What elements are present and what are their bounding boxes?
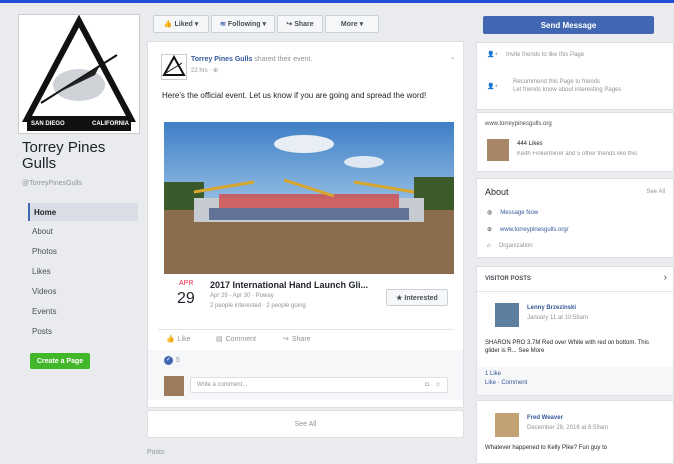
thumbs-up-icon: 👍 xyxy=(163,21,173,28)
website-row[interactable]: ⊕ www.torreypinesgulls.org/ xyxy=(487,226,568,234)
event-dates: Apr 29 - Apr 30 · Poway xyxy=(210,293,274,299)
message-now-row[interactable]: ◍ Message Now xyxy=(487,209,538,217)
nav-likes[interactable]: Likes xyxy=(28,262,138,280)
about-card: About See All ◍ Message Now ⊕ www.torreypi… xyxy=(476,178,674,258)
logo-bottom-right: CALIFORNIA xyxy=(92,121,129,127)
post-avatar[interactable] xyxy=(161,54,187,80)
globe-icon: ⊕ xyxy=(213,68,219,74)
website-url[interactable]: www.torreypinesgulls.org xyxy=(485,121,552,127)
about-title: About xyxy=(485,187,509,197)
likes-count[interactable]: 444 Likes xyxy=(517,141,543,147)
logo-bottom-left: SAN DIEGO xyxy=(31,121,65,127)
share-button[interactable]: ↪ Share xyxy=(277,15,323,33)
comment-icon: ▤ xyxy=(216,336,223,343)
friend-avatar xyxy=(487,139,509,161)
post-text: Here's the official event. Let us know i… xyxy=(162,91,427,100)
vp1-time[interactable]: January 11 at 10:58am xyxy=(527,315,588,321)
posts-heading: Posts xyxy=(147,449,165,456)
interested-button[interactable]: ★ Interested xyxy=(386,289,448,306)
nav-events[interactable]: Events xyxy=(28,302,138,320)
comment-action[interactable]: ▤ Comment xyxy=(216,335,256,344)
profile-picture[interactable]: SAN DIEGO CALIFORNIA xyxy=(18,14,140,134)
vp1-avatar xyxy=(495,303,519,327)
gulls-small-logo-icon xyxy=(162,54,186,76)
more-button[interactable]: More ▾ xyxy=(325,15,379,33)
like-action[interactable]: 👍 Like xyxy=(166,335,191,344)
event-month: APR xyxy=(179,280,194,287)
vp1-likes[interactable]: 1 Like xyxy=(485,371,501,377)
top-accent-line xyxy=(0,0,674,3)
vp1-actions[interactable]: Like · Comment xyxy=(485,380,527,386)
globe-icon: ⊕ xyxy=(487,227,493,233)
post-actions-divider xyxy=(158,329,453,330)
vp1-name[interactable]: Lenny Brzezinski xyxy=(527,305,576,311)
post-menu-icon[interactable]: ⌄ xyxy=(450,54,455,61)
add-friend-icon: 👤+ xyxy=(487,52,498,58)
send-message-button[interactable]: Send Message xyxy=(483,16,654,34)
vp2-text: Whatever happened to Kelly Pike? Fun guy… xyxy=(485,445,608,451)
event-stats: 2 people interested · 2 people going xyxy=(210,303,306,309)
organization-row: ⌂ Organization xyxy=(487,243,533,249)
nav-about[interactable]: About xyxy=(28,222,138,240)
share-icon: ↪ xyxy=(283,336,289,343)
gulls-logo-icon xyxy=(22,14,136,131)
post-author[interactable]: Torrey Pines Gulls xyxy=(191,56,252,63)
post-header: Torrey Pines Gulls shared their event. xyxy=(191,56,441,63)
post-action: shared their event. xyxy=(254,56,313,63)
post-time[interactable]: 22 hrs · ⊕ xyxy=(191,67,218,74)
likes-friends[interactable]: Keith Finkenbiner and 5 other friends li… xyxy=(517,151,667,157)
camera-icon[interactable]: ◘ xyxy=(425,382,429,388)
divider xyxy=(477,291,673,292)
page-name[interactable]: Torrey Pines Gulls xyxy=(22,140,132,172)
nav-home[interactable]: Home xyxy=(28,203,138,221)
messenger-icon: ◍ xyxy=(487,210,493,216)
visitor-posts-card: VISITOR POSTS › Lenny Brzezinski January… xyxy=(476,266,674,396)
recommend-icon: 👤+ xyxy=(487,84,498,90)
invite-friends-row[interactable]: 👤+ Invite friends to like this Page xyxy=(487,51,584,59)
invite-card: 👤+ Invite friends to like this Page Recom… xyxy=(476,42,674,110)
event-title[interactable]: 2017 International Hand Launch Gli... xyxy=(210,280,368,290)
commenter-avatar xyxy=(164,376,184,396)
nav-posts[interactable]: Posts xyxy=(28,322,138,340)
event-cover-photo[interactable] xyxy=(164,122,454,274)
page-handle[interactable]: @TorreyPinesGulls xyxy=(22,180,82,187)
event-day: 29 xyxy=(177,290,195,307)
vp1-text: SHARON PRO 3.7M Red over White with red … xyxy=(485,340,649,354)
page-info-card: www.torreypinesgulls.org 444 Likes Keith… xyxy=(476,112,674,172)
group-photo-image xyxy=(164,122,454,274)
following-button[interactable]: ≋ Following ▾ xyxy=(211,15,275,33)
rss-icon: ≋ xyxy=(220,21,226,28)
thumbs-up-icon: 👍 xyxy=(166,336,175,343)
vp2-name[interactable]: Fred Weaver xyxy=(527,415,563,421)
about-see-all[interactable]: See All xyxy=(646,189,665,195)
nav-photos[interactable]: Photos xyxy=(28,242,138,260)
visitor-post-2-card: Fred Weaver December 28, 2016 at 6:59am … xyxy=(476,400,674,464)
emoji-icon[interactable]: ☺ xyxy=(435,382,441,388)
create-page-button[interactable]: Create a Page xyxy=(30,353,90,369)
nav-videos[interactable]: Videos xyxy=(28,282,138,300)
see-all-link[interactable]: See All xyxy=(295,421,317,428)
visitor-posts-title: VISITOR POSTS xyxy=(485,276,531,282)
recommend-row[interactable]: Recommend this Page to friends Let frien… xyxy=(513,79,621,93)
liked-button[interactable]: 👍 Liked ▾ xyxy=(153,15,209,33)
post-card: Torrey Pines Gulls shared their event. 2… xyxy=(147,41,464,408)
reactions-summary[interactable]: ✓ 5 xyxy=(164,356,180,365)
building-icon: ⌂ xyxy=(487,243,491,249)
comment-input[interactable]: Write a comment... ◘ ☺ xyxy=(190,377,448,393)
chevron-right-icon[interactable]: › xyxy=(664,272,667,283)
share-action[interactable]: ↪ Share xyxy=(283,335,311,344)
see-all-card: See All xyxy=(147,410,464,438)
like-reaction-icon: ✓ xyxy=(164,356,173,365)
vp2-time[interactable]: December 28, 2016 at 6:59am xyxy=(527,425,608,431)
share-icon: ↪ xyxy=(286,21,293,28)
vp2-avatar xyxy=(495,413,519,437)
